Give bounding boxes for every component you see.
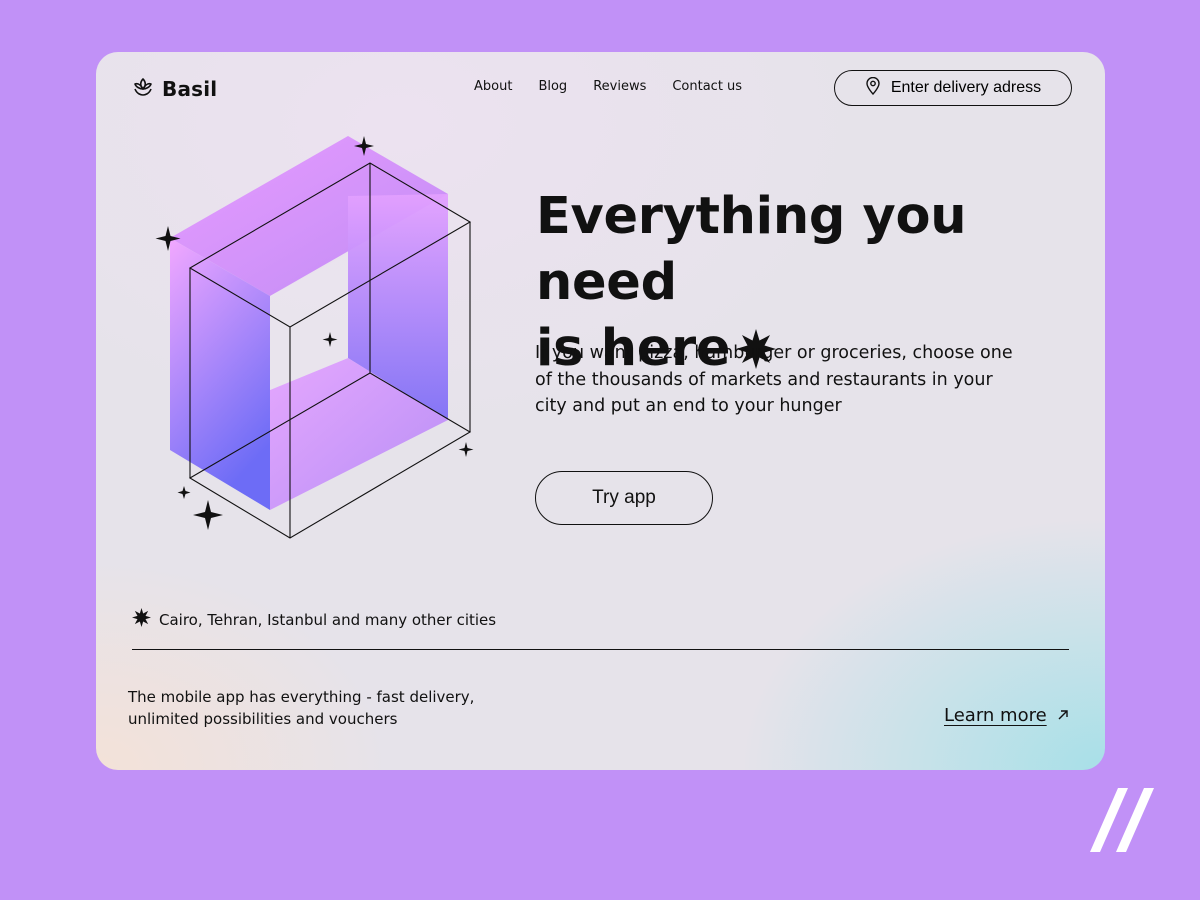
- hero-description: If you want pizza, hamburger or grocerie…: [535, 343, 1013, 416]
- footer-description: The mobile app has everything - fast del…: [128, 688, 475, 728]
- try-app-button[interactable]: Try app: [535, 471, 713, 525]
- nav-item-about[interactable]: About: [474, 79, 512, 94]
- headline-line-1: Everything you need: [536, 187, 967, 312]
- starburst-icon: [132, 608, 151, 631]
- leaf-logo-icon: [132, 76, 154, 102]
- brand-name: Basil: [162, 77, 218, 101]
- cities-note: Cairo, Tehran, Istanbul and many other c…: [132, 608, 496, 631]
- nav-item-contact[interactable]: Contact us: [672, 79, 742, 94]
- double-slash-icon: [1088, 786, 1154, 860]
- delivery-address-label: Enter delivery adress: [890, 79, 1042, 96]
- delivery-address-button[interactable]: Enter delivery adress: [834, 70, 1072, 106]
- nav-item-reviews[interactable]: Reviews: [593, 79, 646, 94]
- main-nav: About Blog Reviews Contact us: [474, 79, 742, 94]
- cities-text: Cairo, Tehran, Istanbul and many other c…: [159, 610, 497, 629]
- arrow-up-right-icon: [1057, 705, 1069, 726]
- hero-illustration: [146, 130, 526, 554]
- brand-logo[interactable]: Basil: [132, 76, 217, 102]
- landing-card: Basil About Blog Reviews Contact us Ente…: [96, 52, 1105, 770]
- learn-more-label: Learn more: [944, 705, 1047, 726]
- divider: [132, 649, 1069, 651]
- location-pin-icon: [865, 76, 881, 100]
- learn-more-link[interactable]: Learn more: [944, 705, 1069, 726]
- nav-item-blog[interactable]: Blog: [538, 79, 567, 94]
